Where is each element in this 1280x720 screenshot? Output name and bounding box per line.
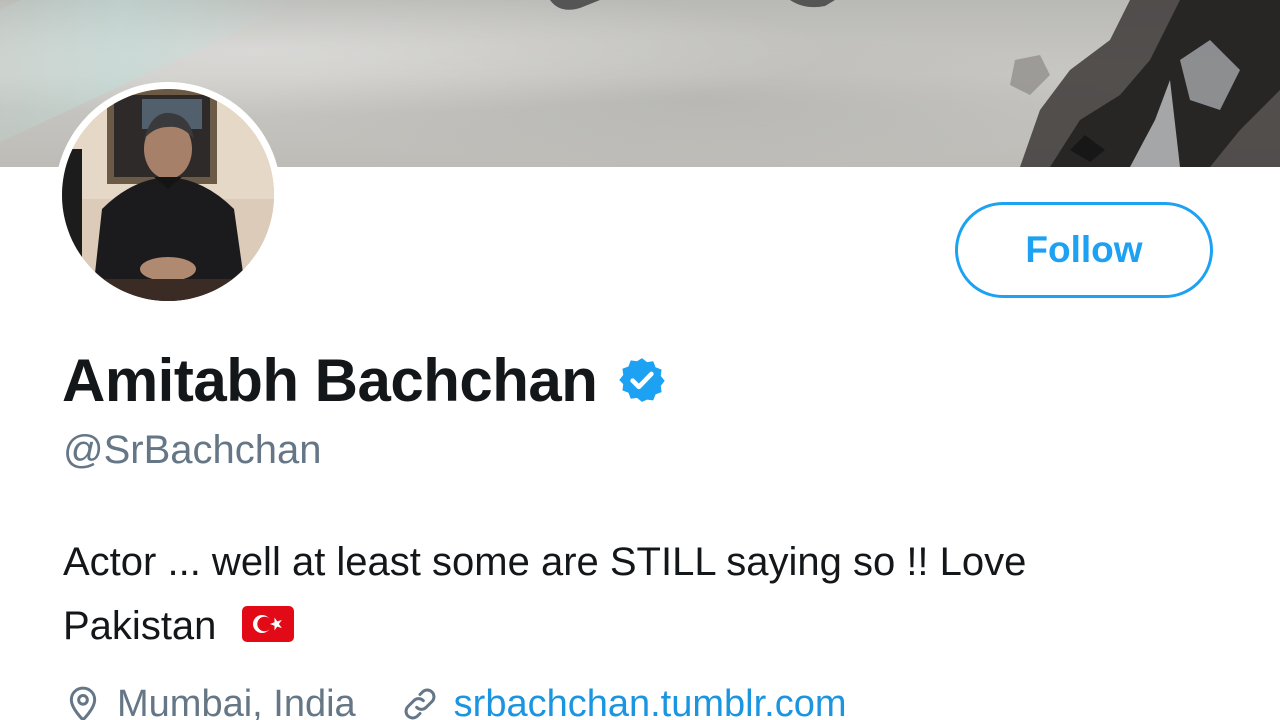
banner-artwork-top: [550, 0, 835, 10]
website-link[interactable]: srbachchan.tumblr.com: [454, 683, 847, 720]
profile-bio: Actor ... well at least some are STILL s…: [63, 530, 1243, 658]
verified-badge-icon: [619, 358, 666, 402]
bio-line-2: Pakistan: [63, 604, 217, 648]
profile-page: Follow Amitabh Bachchan @SrBachchan Acto…: [0, 0, 1280, 720]
turkey-flag-icon: [241, 606, 294, 643]
location-item: Mumbai, India: [63, 683, 356, 720]
location-text: Mumbai, India: [117, 682, 356, 720]
location-pin-icon: [69, 686, 97, 720]
name-row: Amitabh Bachchan: [62, 342, 667, 418]
display-name: Amitabh Bachchan: [62, 346, 598, 414]
website-item[interactable]: srbachchan.tumblr.com: [400, 683, 847, 720]
follow-button[interactable]: Follow: [955, 202, 1213, 298]
avatar[interactable]: [62, 89, 274, 301]
profile-handle: @SrBachchan: [63, 428, 322, 472]
bio-line-1: Actor ... well at least some are STILL s…: [63, 540, 1027, 584]
banner-artwork: [1010, 0, 1280, 167]
bio-line-2-row: Pakistan: [63, 594, 1243, 658]
link-icon: [404, 688, 436, 720]
avatar-photo: [62, 89, 274, 301]
profile-meta-row: Mumbai, India srbachchan.tumblr.com: [63, 676, 847, 720]
